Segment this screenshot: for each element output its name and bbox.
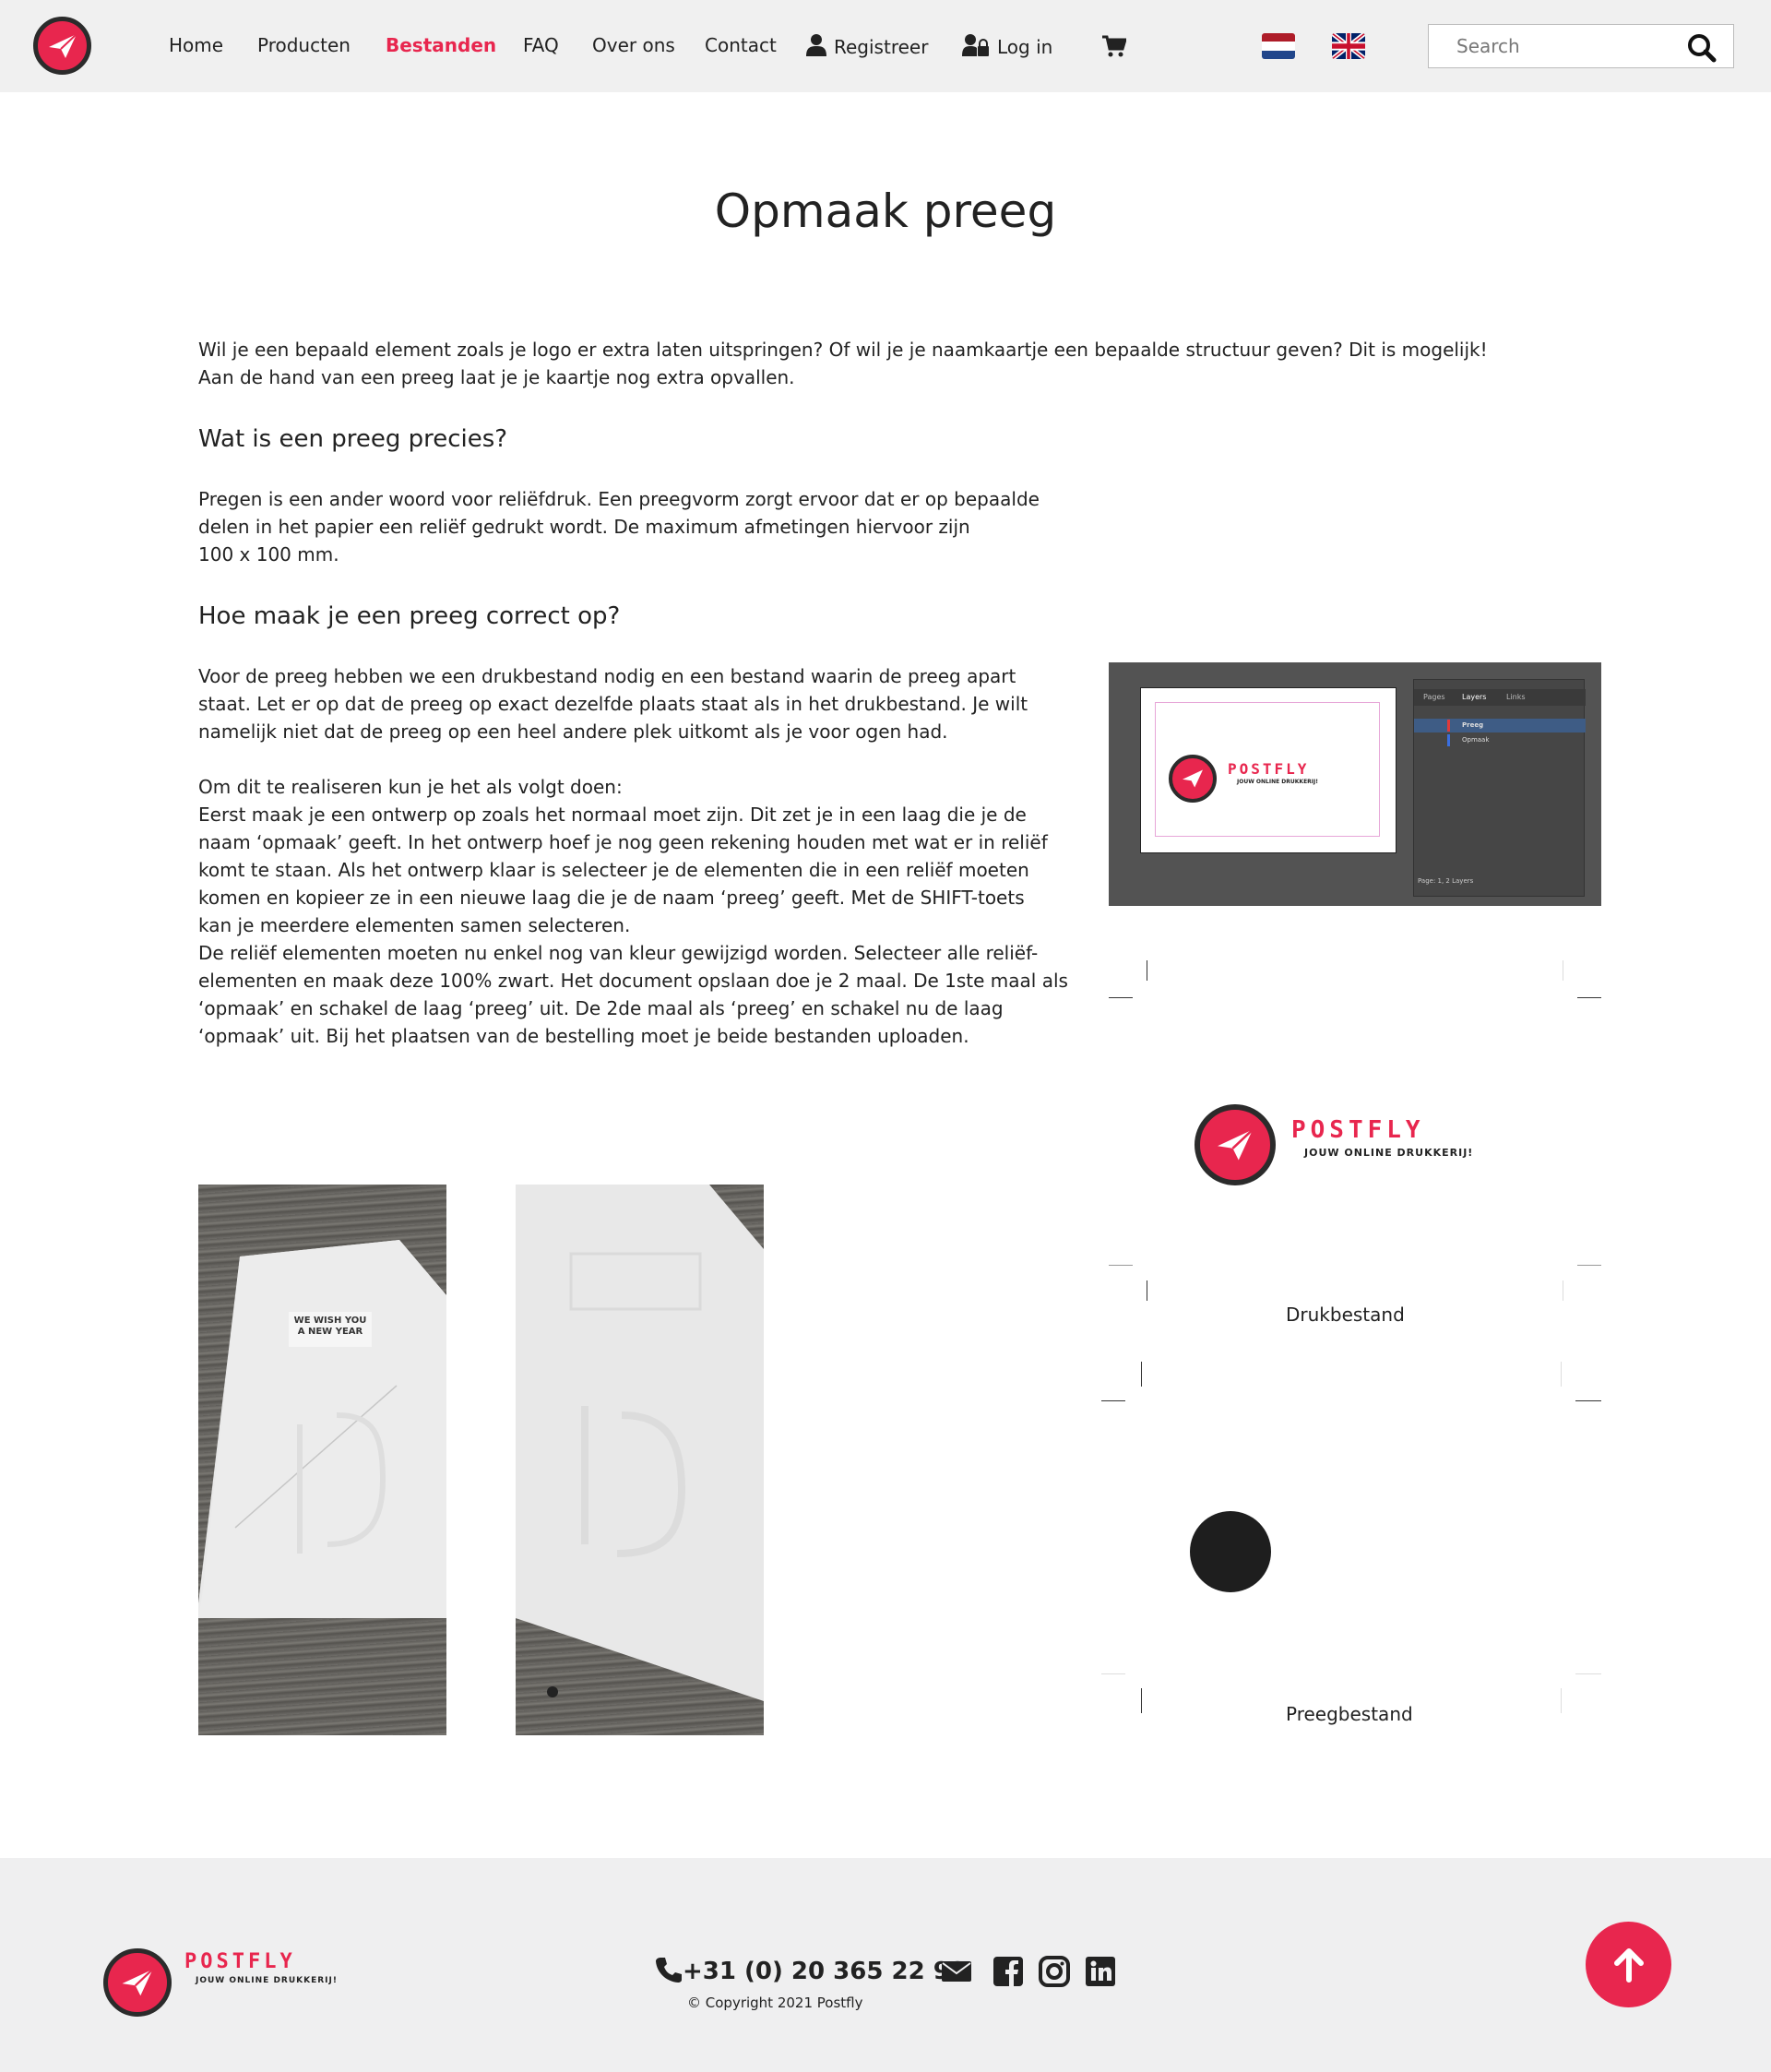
phone-icon	[656, 1958, 682, 1983]
heading-what-is: Wat is een preeg precies?	[198, 425, 508, 453]
paper-plane-icon	[48, 32, 77, 58]
what-line-1: Pregen is een ander woord voor reliëfdru…	[198, 488, 1040, 510]
how-line: naam ‘opmaak’ geeft. In het ontwerp hoef…	[198, 831, 1048, 853]
how-line: Eerst maak je een ontwerp op zoals het n…	[198, 804, 1027, 826]
site-footer: POSTFLY JOUW ONLINE DRUKKERIJ! +31 (0) 2…	[0, 1858, 1771, 2072]
arrow-up-icon	[1613, 1947, 1644, 1983]
phone-number: +31 (0) 20 365 22 93	[683, 1958, 967, 1985]
user-icon	[806, 34, 826, 56]
instagram-icon[interactable]	[1039, 1956, 1070, 1987]
search-bar	[1428, 24, 1734, 68]
postfly-logo[interactable]	[103, 1948, 172, 2017]
document-preview: POSTFLY JOUW ONLINE DRUKKERIJ!	[1140, 687, 1397, 853]
tab-layers: Layers	[1462, 693, 1487, 701]
phone-link[interactable]: +31 (0) 20 365 22 93	[655, 1956, 967, 1985]
scroll-to-top-button[interactable]	[1586, 1922, 1671, 2007]
site-header: Home Producten Bestanden FAQ Over ons Co…	[0, 0, 1771, 92]
flag-nl-icon[interactable]	[1262, 33, 1295, 59]
how-line: Voor de preeg hebben we een drukbestand …	[198, 665, 1016, 687]
how-line: staat. Let er op dat de preeg op exact d…	[198, 693, 1028, 715]
postfly-logo	[1195, 1104, 1276, 1185]
paper-plane-icon	[1183, 769, 1203, 788]
brand-name: POSTFLY	[1291, 1116, 1425, 1144]
brand-name: POSTFLY	[1228, 760, 1310, 778]
how-line: namelijk niet dat de preeg op een heel a…	[198, 720, 948, 743]
heading-how-to: Hoe maak je een preeg correct op?	[198, 602, 621, 630]
embossed-card-photo-front: WE WISH YOU A NEW YEAR	[198, 1185, 446, 1735]
paper-plane-icon	[1218, 1128, 1254, 1161]
nav-login-label: Log in	[997, 36, 1053, 58]
layers-status: Page: 1, 2 Layers	[1418, 877, 1474, 885]
caption-drukbestand: Drukbestand	[1286, 1304, 1405, 1326]
brand-tagline: JOUW ONLINE DRUKKERIJ!	[1304, 1147, 1474, 1159]
how-line: ‘opmaak’ uit. Bij het plaatsen van de be…	[198, 1025, 969, 1047]
envelope-icon[interactable]	[941, 1956, 972, 1987]
facebook-icon[interactable]	[992, 1956, 1024, 1987]
brand-name: POSTFLY	[184, 1950, 296, 1973]
brand-tagline: JOUW ONLINE DRUKKERIJ!	[1237, 779, 1318, 785]
nav-registreer[interactable]: Registreer	[806, 34, 928, 58]
nav-over-ons[interactable]: Over ons	[592, 34, 675, 56]
layer-row: Opmaak	[1414, 733, 1586, 747]
search-icon[interactable]	[1687, 33, 1717, 63]
nav-login[interactable]: Log in	[962, 34, 1052, 58]
how-line: De reliëf elementen moeten nu enkel nog …	[198, 942, 1039, 964]
postfly-logo	[1169, 755, 1217, 803]
layer-row: Preeg	[1414, 719, 1586, 732]
brand-tagline: JOUW ONLINE DRUKKERIJ!	[196, 1976, 338, 1985]
caption-preegbestand: Preegbestand	[1286, 1703, 1413, 1725]
layers-panel: Pages Layers Links Preeg Opmaak Page: 1,…	[1413, 679, 1586, 897]
how-line: elementen en maak deze 100% zwart. Het d…	[198, 970, 1068, 992]
emboss-shape	[1190, 1511, 1271, 1592]
search-input[interactable]	[1429, 25, 1678, 67]
page-title: Opmaak preeg	[714, 185, 1057, 238]
embossed-card-photo-back	[516, 1185, 764, 1735]
how-line: Om dit te realiseren kun je het als volg…	[198, 776, 623, 798]
nav-contact[interactable]: Contact	[705, 34, 777, 56]
nav-faq[interactable]: FAQ	[523, 34, 559, 56]
what-line-2: delen in het papier een reliëf gedrukt w…	[198, 516, 970, 538]
user-lock-icon	[962, 34, 989, 56]
how-line: komen en kopieer ze in een nieuwe laag d…	[198, 887, 1025, 909]
paper-plane-icon	[122, 1968, 154, 1996]
what-line-3: 100 x 100 mm.	[198, 543, 339, 566]
nav-home[interactable]: Home	[169, 34, 223, 56]
copyright: © Copyright 2021 Postfly	[687, 1995, 863, 2011]
how-line: ‘opmaak’ en schakel de laag ‘preeg’ uit.…	[198, 997, 1004, 1019]
flag-uk-icon[interactable]	[1332, 33, 1365, 59]
card-text-line-1: WE WISH YOU	[293, 1316, 367, 1326]
intro-line-1: Wil je een bepaald element zoals je logo…	[198, 339, 1488, 361]
nav-producten[interactable]: Producten	[257, 34, 351, 56]
how-line: kan je meerdere elementen samen selecter…	[198, 914, 631, 936]
cart-icon[interactable]	[1102, 35, 1126, 57]
how-line: komt te staan. Als het ontwerp klaar is …	[198, 859, 1029, 881]
nav-bestanden[interactable]: Bestanden	[386, 34, 496, 56]
layers-screenshot: POSTFLY JOUW ONLINE DRUKKERIJ! Pages Lay…	[1109, 662, 1601, 906]
intro-line-2: Aan de hand van een preeg laat je je kaa…	[198, 366, 795, 388]
postfly-logo[interactable]	[33, 17, 91, 75]
linkedin-icon[interactable]	[1085, 1956, 1116, 1987]
tab-pages: Pages	[1423, 693, 1445, 701]
card-text-line-2: A NEW YEAR	[297, 1327, 363, 1337]
nav-registreer-label: Registreer	[834, 36, 929, 58]
tab-links: Links	[1506, 693, 1526, 701]
